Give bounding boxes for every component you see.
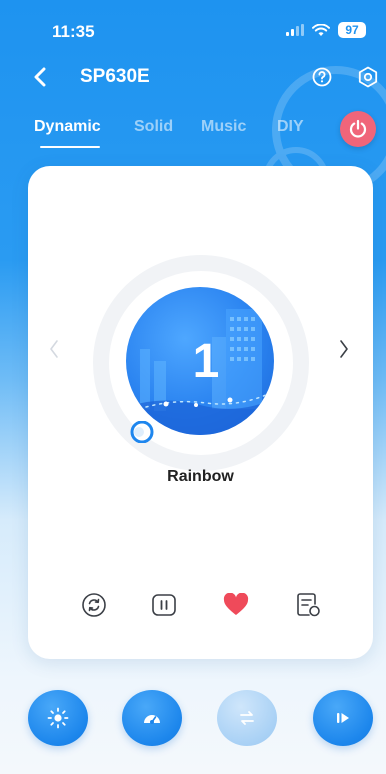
brightness-button[interactable]	[28, 690, 88, 746]
play-icon	[337, 713, 349, 723]
gear-icon	[358, 66, 378, 88]
sun-icon	[47, 707, 69, 729]
loop-icon	[82, 593, 106, 617]
scene-preview: 1	[126, 287, 274, 435]
tab-dynamic[interactable]: Dynamic	[34, 118, 101, 136]
settings-button[interactable]	[355, 64, 381, 90]
slider-knob-icon	[130, 420, 154, 444]
mode-name: Rainbow	[167, 468, 234, 485]
pause-button[interactable]	[150, 591, 178, 619]
speed-gauge-icon	[144, 715, 160, 724]
signal-icon	[286, 24, 304, 36]
swap-icon	[240, 711, 254, 725]
tab-music[interactable]: Music	[201, 118, 246, 136]
status-time: 11:35	[52, 22, 95, 41]
back-button[interactable]	[26, 62, 54, 92]
power-icon	[349, 119, 367, 138]
status-icons: 97	[286, 22, 366, 38]
swap-button[interactable]	[217, 690, 277, 746]
device-title: SP630E	[80, 66, 150, 87]
play-button[interactable]	[313, 690, 373, 746]
heart-icon	[223, 593, 249, 615]
playlist-button[interactable]	[294, 591, 322, 619]
status-bar: 11:35 97	[0, 0, 386, 58]
scene-actions	[28, 591, 373, 621]
chevron-left-icon	[50, 340, 58, 358]
loop-button[interactable]	[80, 591, 108, 619]
active-tab-indicator	[40, 146, 100, 148]
speed-button[interactable]	[122, 690, 182, 746]
chevron-left-icon	[34, 67, 46, 87]
power-button[interactable]	[340, 111, 376, 147]
battery-indicator: 97	[338, 22, 366, 38]
bottom-controls	[0, 690, 386, 746]
ring-slider-handle[interactable]	[129, 420, 155, 444]
favorite-button[interactable]	[222, 591, 250, 619]
playlist-icon	[297, 593, 320, 617]
mode-tabs: Dynamic Solid Music DIY	[0, 112, 386, 152]
previous-scene-button[interactable]	[44, 334, 64, 364]
app-header: SP630E	[0, 58, 386, 96]
wifi-icon	[312, 23, 330, 36]
question-circle-icon	[312, 67, 332, 87]
tab-solid[interactable]: Solid	[134, 118, 173, 136]
tab-diy[interactable]: DIY	[277, 118, 304, 136]
chevron-right-icon	[340, 340, 348, 358]
pause-icon	[152, 594, 176, 616]
help-button[interactable]	[309, 64, 335, 90]
scene-card: 1 Rainbow	[28, 166, 373, 659]
next-scene-button[interactable]	[334, 334, 354, 364]
scene-number: 1	[192, 334, 220, 388]
